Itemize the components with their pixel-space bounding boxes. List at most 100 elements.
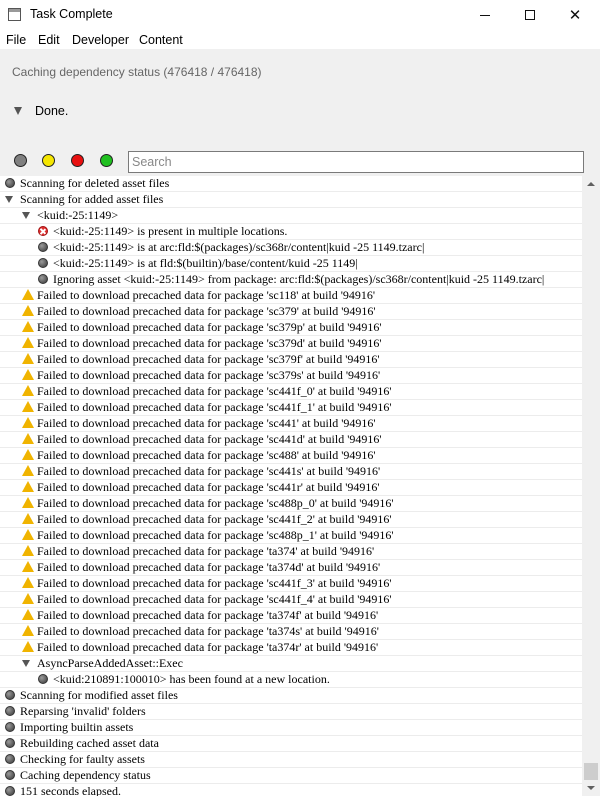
log-row-text: Failed to download precached data for pa… — [37, 624, 379, 638]
log-row[interactable]: Failed to download precached data for pa… — [0, 368, 582, 384]
menu-file[interactable]: File — [6, 33, 26, 47]
log-row-text: Failed to download precached data for pa… — [37, 560, 381, 574]
log-row[interactable]: <kuid:-25:1149> — [0, 208, 582, 224]
log-row-text: Failed to download precached data for pa… — [37, 640, 379, 654]
done-row[interactable]: Done. — [14, 104, 68, 118]
scroll-thumb[interactable] — [584, 763, 598, 780]
log-row[interactable]: <kuid:-25:1149> is present in multiple l… — [0, 224, 582, 240]
log-row[interactable]: Failed to download precached data for pa… — [0, 432, 582, 448]
log-row[interactable]: Failed to download precached data for pa… — [0, 320, 582, 336]
chevron-down-icon — [587, 786, 595, 790]
log-row[interactable]: Scanning for added asset files — [0, 192, 582, 208]
log-row-text: Failed to download precached data for pa… — [37, 448, 376, 462]
log-row-text: Failed to download precached data for pa… — [37, 320, 382, 334]
log-row-text: Failed to download precached data for pa… — [37, 592, 392, 606]
log-row[interactable]: Failed to download precached data for pa… — [0, 304, 582, 320]
maximize-button[interactable] — [507, 0, 553, 30]
log-row[interactable]: Failed to download precached data for pa… — [0, 464, 582, 480]
filter-green-dot[interactable] — [100, 154, 113, 167]
log-row[interactable]: Failed to download precached data for pa… — [0, 624, 582, 640]
expand-triangle-icon[interactable] — [22, 212, 30, 219]
log-row-text: Failed to download precached data for pa… — [37, 480, 380, 494]
menu-developer[interactable]: Developer — [72, 33, 129, 47]
info-dot-icon — [5, 770, 15, 780]
log-row-text: <kuid:-25:1149> is at arc:fld:$(packages… — [53, 240, 425, 254]
log-row[interactable]: Failed to download precached data for pa… — [0, 592, 582, 608]
log-row[interactable]: Failed to download precached data for pa… — [0, 528, 582, 544]
log-row[interactable]: Importing builtin assets — [0, 720, 582, 736]
minimize-button[interactable] — [462, 0, 508, 30]
warning-icon — [22, 449, 34, 460]
log-row[interactable]: Reparsing 'invalid' folders — [0, 704, 582, 720]
menu-bar: File Edit Developer Content — [0, 30, 600, 49]
log-tree[interactable]: Scanning for deleted asset files Scanning… — [0, 176, 582, 796]
log-row-text: Importing builtin assets — [20, 720, 134, 734]
log-row[interactable]: Caching dependency status — [0, 768, 582, 784]
scroll-up-button[interactable] — [582, 176, 600, 192]
maximize-icon — [525, 10, 535, 20]
menu-edit[interactable]: Edit — [38, 33, 60, 47]
warning-icon — [22, 481, 34, 492]
warning-icon — [22, 337, 34, 348]
log-row[interactable]: Failed to download precached data for pa… — [0, 608, 582, 624]
app-window-icon — [8, 8, 21, 21]
filter-red-dot[interactable] — [71, 154, 84, 167]
log-row-text: <kuid:210891:100010> has been found at a… — [53, 672, 330, 686]
log-row[interactable]: Failed to download precached data for pa… — [0, 416, 582, 432]
log-row[interactable]: Failed to download precached data for pa… — [0, 336, 582, 352]
warning-icon — [22, 401, 34, 412]
scroll-down-button[interactable] — [582, 780, 600, 796]
search-input[interactable] — [128, 151, 584, 173]
expand-triangle-icon[interactable] — [5, 196, 13, 203]
warning-icon — [22, 497, 34, 508]
warning-icon — [22, 513, 34, 524]
log-row-text: Failed to download precached data for pa… — [37, 576, 392, 590]
log-row[interactable]: Failed to download precached data for pa… — [0, 352, 582, 368]
log-row-text: Failed to download precached data for pa… — [37, 528, 394, 542]
log-row-text: Failed to download precached data for pa… — [37, 304, 376, 318]
log-row[interactable]: Failed to download precached data for pa… — [0, 496, 582, 512]
minimize-icon — [480, 14, 490, 16]
log-row[interactable]: Failed to download precached data for pa… — [0, 288, 582, 304]
log-row-text: Caching dependency status — [20, 768, 151, 782]
log-row[interactable]: Failed to download precached data for pa… — [0, 576, 582, 592]
log-row-text: Rebuilding cached asset data — [20, 736, 159, 750]
log-row-text: Failed to download precached data for pa… — [37, 288, 376, 302]
filter-bar — [0, 145, 600, 180]
title-bar: Task Complete ✕ — [0, 0, 600, 30]
log-row[interactable]: <kuid:-25:1149> is at fld:$(builtin)/bas… — [0, 256, 582, 272]
log-row[interactable]: Failed to download precached data for pa… — [0, 640, 582, 656]
info-dot-icon — [5, 786, 15, 796]
log-row[interactable]: Failed to download precached data for pa… — [0, 384, 582, 400]
log-row[interactable]: AsyncParseAddedAsset::Exec — [0, 656, 582, 672]
menu-content[interactable]: Content — [139, 33, 183, 47]
log-row[interactable]: Scanning for modified asset files — [0, 688, 582, 704]
log-row[interactable]: Rebuilding cached asset data — [0, 736, 582, 752]
vertical-scrollbar[interactable] — [582, 176, 600, 796]
log-row-text: Checking for faulty assets — [20, 752, 145, 766]
log-row[interactable]: Failed to download precached data for pa… — [0, 560, 582, 576]
log-row[interactable]: Failed to download precached data for pa… — [0, 400, 582, 416]
chevron-up-icon — [587, 182, 595, 186]
close-button[interactable]: ✕ — [552, 0, 598, 30]
filter-yellow-dot[interactable] — [42, 154, 55, 167]
log-row[interactable]: Ignoring asset <kuid:-25:1149> from pack… — [0, 272, 582, 288]
info-dot-icon — [5, 722, 15, 732]
expand-triangle-icon[interactable] — [14, 107, 22, 115]
warning-icon — [22, 321, 34, 332]
log-row[interactable]: Failed to download precached data for pa… — [0, 512, 582, 528]
expand-triangle-icon[interactable] — [22, 660, 30, 667]
log-row[interactable]: Failed to download precached data for pa… — [0, 448, 582, 464]
log-row[interactable]: 151 seconds elapsed. — [0, 784, 582, 796]
log-row-text: Failed to download precached data for pa… — [37, 464, 381, 478]
log-row[interactable]: Failed to download precached data for pa… — [0, 544, 582, 560]
log-row[interactable]: <kuid:210891:100010> has been found at a… — [0, 672, 582, 688]
log-row[interactable]: Checking for faulty assets — [0, 752, 582, 768]
log-row[interactable]: Scanning for deleted asset files — [0, 176, 582, 192]
filter-grey-dot[interactable] — [14, 154, 27, 167]
log-row-text: <kuid:-25:1149> is at fld:$(builtin)/bas… — [53, 256, 358, 270]
info-dot-icon — [5, 706, 15, 716]
log-row-text: Scanning for deleted asset files — [20, 176, 170, 190]
log-row[interactable]: <kuid:-25:1149> is at arc:fld:$(packages… — [0, 240, 582, 256]
log-row[interactable]: Failed to download precached data for pa… — [0, 480, 582, 496]
